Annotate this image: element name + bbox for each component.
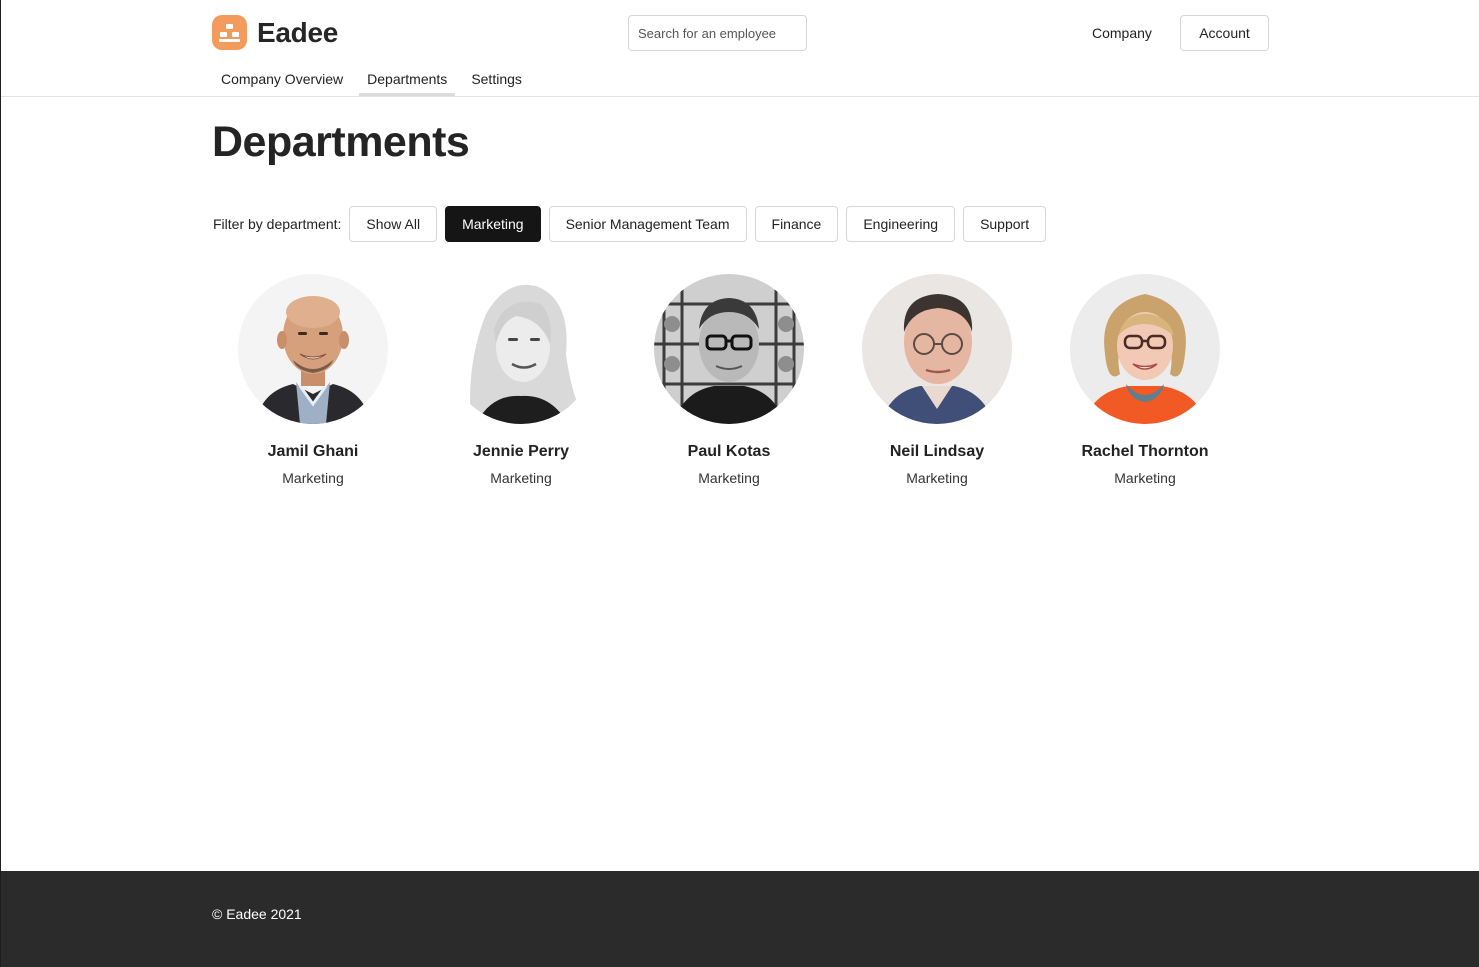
employee-department: Marketing xyxy=(906,470,968,486)
tab-company-overview[interactable]: Company Overview xyxy=(213,66,351,96)
employee-grid: Jamil Ghani Marketing Jennie Perry Marke… xyxy=(209,274,1249,486)
brand-logo[interactable]: Eadee xyxy=(212,15,338,50)
employee-name[interactable]: Neil Lindsay xyxy=(890,443,984,461)
employee-name[interactable]: Jennie Perry xyxy=(473,443,569,461)
company-link[interactable]: Company xyxy=(1079,15,1165,51)
copyright-text: © Eadee 2021 xyxy=(212,906,302,922)
tab-settings[interactable]: Settings xyxy=(463,66,530,96)
employee-card[interactable]: Rachel Thornton Marketing xyxy=(1041,274,1249,486)
employee-avatar[interactable] xyxy=(238,274,388,424)
filter-label: Filter by department: xyxy=(213,216,342,232)
employee-department: Marketing xyxy=(282,470,344,486)
filter-marketing-button[interactable]: Marketing xyxy=(445,206,541,242)
site-footer: © Eadee 2021 xyxy=(1,871,1479,967)
app-frame: Eadee Company Account Company Overview D… xyxy=(0,0,1479,967)
employee-name[interactable]: Rachel Thornton xyxy=(1081,443,1208,461)
employee-card[interactable]: Jamil Ghani Marketing xyxy=(209,274,417,486)
filter-show-all-button[interactable]: Show All xyxy=(349,206,438,242)
employee-card[interactable]: Neil Lindsay Marketing xyxy=(833,274,1041,486)
department-filter: Filter by department: Show All Marketing… xyxy=(213,206,1054,242)
filter-support-button[interactable]: Support xyxy=(963,206,1047,242)
employee-department: Marketing xyxy=(698,470,760,486)
site-header: Eadee Company Account Company Overview D… xyxy=(1,0,1479,97)
employee-name[interactable]: Jamil Ghani xyxy=(268,443,359,461)
logo-icon xyxy=(212,15,247,50)
employee-name[interactable]: Paul Kotas xyxy=(688,443,771,461)
page-title: Departments xyxy=(212,118,470,166)
employee-department: Marketing xyxy=(1114,470,1176,486)
main-tabs: Company Overview Departments Settings xyxy=(213,66,538,96)
employee-search-input[interactable] xyxy=(628,15,807,51)
filter-finance-button[interactable]: Finance xyxy=(754,206,839,242)
employee-avatar[interactable] xyxy=(654,274,804,424)
tab-departments[interactable]: Departments xyxy=(359,66,456,96)
employee-avatar[interactable] xyxy=(1070,274,1220,424)
employee-card[interactable]: Jennie Perry Marketing xyxy=(417,274,625,486)
employee-avatar[interactable] xyxy=(862,274,1012,424)
account-button[interactable]: Account xyxy=(1180,15,1269,51)
employee-card[interactable]: Paul Kotas Marketing xyxy=(625,274,833,486)
employee-department: Marketing xyxy=(490,470,552,486)
filter-engineering-button[interactable]: Engineering xyxy=(846,206,956,242)
filter-senior-management-button[interactable]: Senior Management Team xyxy=(548,206,747,242)
employee-avatar[interactable] xyxy=(446,274,596,424)
brand-name: Eadee xyxy=(257,16,338,48)
